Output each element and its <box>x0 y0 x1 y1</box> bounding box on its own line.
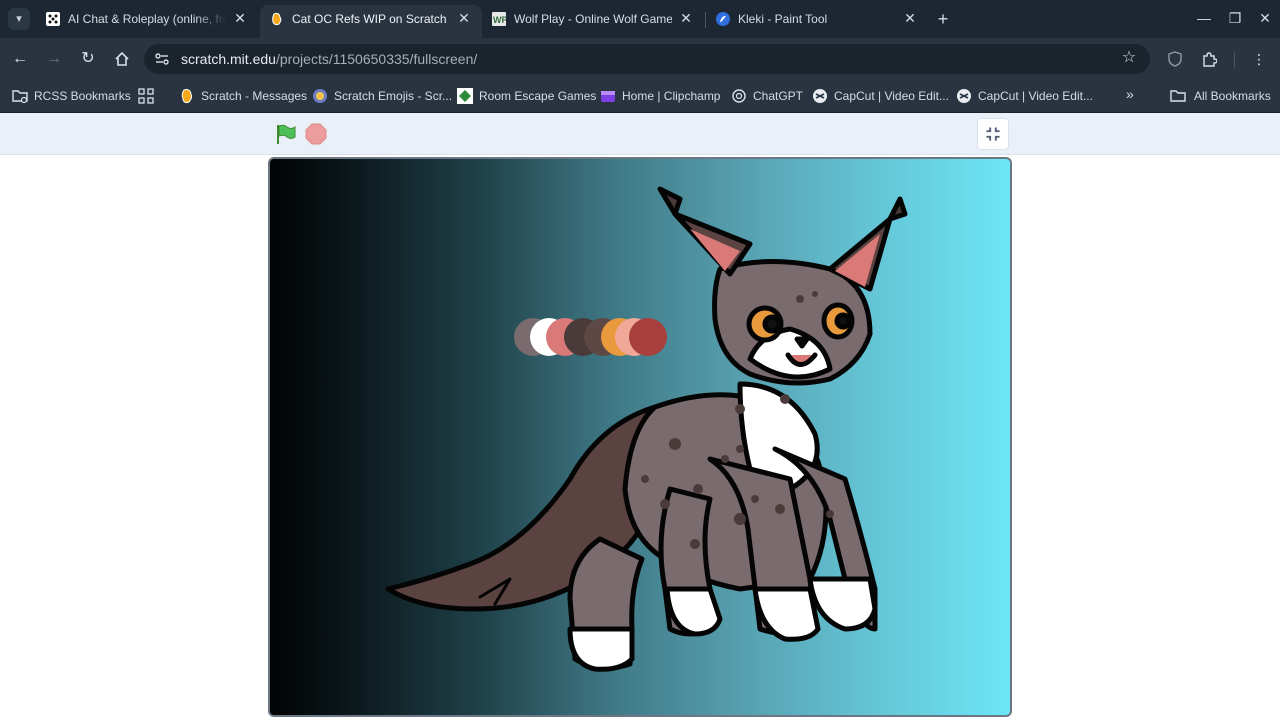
arrow-right-icon: → <box>46 50 62 67</box>
bookmark-apps[interactable] <box>138 86 154 106</box>
exit-fullscreen-icon <box>986 127 1000 141</box>
tab-kleki[interactable]: Kleki - Paint Tool ✕ <box>706 5 928 38</box>
color-palette <box>514 318 667 356</box>
tab-title: Cat OC Refs WIP on Scratch <box>292 12 447 26</box>
url-host: scratch.mit.edu <box>181 51 276 67</box>
capcut-icon <box>813 89 827 103</box>
url-path: /projects/1150650335/fullscreen/ <box>275 51 478 67</box>
bookmarks-overflow-button[interactable]: » <box>1126 86 1142 106</box>
svg-text:WP: WP <box>493 15 506 25</box>
stop-icon[interactable] <box>305 123 327 145</box>
menu-kebab-icon[interactable]: ⋮ <box>1248 48 1270 70</box>
tab-ai-chat[interactable]: AI Chat & Roleplay (online, free ✕ <box>36 5 258 38</box>
clipchamp-icon <box>601 91 615 102</box>
chatgpt-icon <box>732 89 746 103</box>
url-text: scratch.mit.edu/projects/1150650335/full… <box>181 51 477 67</box>
close-icon[interactable]: ✕ <box>232 10 248 26</box>
folder-icon <box>1170 90 1186 102</box>
scratch-controls-bar <box>0 113 1280 155</box>
close-icon[interactable]: ✕ <box>902 10 918 26</box>
scratch-icon <box>181 89 193 104</box>
back-button[interactable]: ← <box>8 47 32 71</box>
new-tab-button[interactable]: + <box>932 8 954 30</box>
home-button[interactable] <box>110 47 134 71</box>
cat-drawing <box>385 186 908 672</box>
tab-wolf-play[interactable]: WP Wolf Play - Online Wolf Game! ✕ <box>482 5 704 38</box>
dice-icon <box>46 12 60 26</box>
forward-button[interactable]: → <box>42 47 66 71</box>
address-bar[interactable]: scratch.mit.edu/projects/1150650335/full… <box>144 44 1150 74</box>
chevron-down-icon: ▾ <box>16 13 22 25</box>
tab-title: Wolf Play - Online Wolf Game! <box>514 12 672 26</box>
bookmarks-bar: RCSS Bookmarks Scratch - Messages Scratc… <box>0 80 1280 113</box>
cat-oc-artwork <box>385 186 908 672</box>
arrow-left-icon: ← <box>12 50 28 67</box>
extensions-puzzle-icon[interactable] <box>1198 48 1220 70</box>
close-icon[interactable]: ✕ <box>678 10 694 26</box>
reload-icon: ↻ <box>81 50 95 67</box>
kleki-icon <box>716 12 730 26</box>
plus-icon: + <box>937 9 949 29</box>
scratch-icon <box>272 12 282 26</box>
reload-button[interactable]: ↻ <box>76 47 100 71</box>
tab-strip: ▾ AI Chat & Roleplay (online, free ✕ Cat… <box>0 0 1280 38</box>
close-icon[interactable]: ✕ <box>456 10 472 26</box>
close-window-button[interactable]: ✕ <box>1254 7 1276 29</box>
project-stage[interactable] <box>268 157 1012 717</box>
tab-cat-oc-refs[interactable]: Cat OC Refs WIP on Scratch ✕ <box>260 5 482 38</box>
wp-icon: WP <box>492 12 506 26</box>
shield-icon[interactable] <box>1164 48 1186 70</box>
close-icon: ✕ <box>1259 10 1271 26</box>
restore-icon: ❐ <box>1228 10 1242 26</box>
chevron-double-right-icon: » <box>1126 86 1134 102</box>
site-settings-icon <box>155 53 169 65</box>
restore-button[interactable]: ❐ <box>1224 7 1246 29</box>
home-icon <box>115 51 129 66</box>
capcut-icon <box>957 89 971 103</box>
green-flag-icon[interactable] <box>275 123 297 145</box>
tab-title: Kleki - Paint Tool <box>738 12 828 26</box>
browser-toolbar: ← → ↻ scratch.mit.edu/projects/115065033… <box>0 38 1280 80</box>
folder-icon <box>12 90 28 104</box>
bookmark-star-icon[interactable]: ☆ <box>1120 49 1138 67</box>
apps-grid-icon <box>138 88 154 104</box>
tab-title: AI Chat & Roleplay (online, free <box>68 12 226 26</box>
scratch-emoji-icon <box>313 89 327 103</box>
room-escape-icon <box>457 88 473 104</box>
minimize-button[interactable]: — <box>1193 7 1215 29</box>
tab-search-button[interactable]: ▾ <box>8 8 30 30</box>
exit-fullscreen-button[interactable] <box>977 118 1009 150</box>
toolbar-separator <box>1234 52 1235 68</box>
minimize-icon: — <box>1197 10 1211 26</box>
